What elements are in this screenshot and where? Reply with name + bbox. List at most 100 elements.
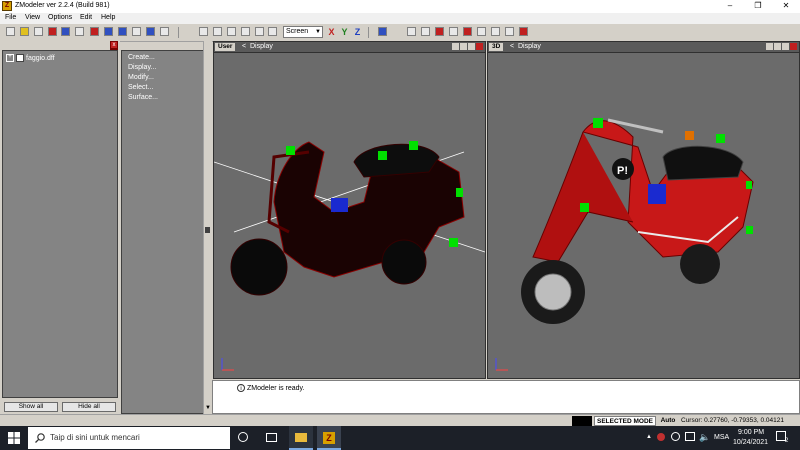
tree-node-label: faggio.dff [26,54,55,62]
green-handle[interactable] [286,146,295,155]
green-handle[interactable] [409,141,418,150]
green-handle[interactable] [593,118,603,128]
snap-icon[interactable] [435,27,444,36]
command-close-icon[interactable]: x [110,41,118,49]
command-create[interactable]: Create... [128,54,155,61]
minimize-icon[interactable]: – [716,0,744,13]
axis-y-button[interactable]: Y [339,26,350,38]
viewport-camera-icon[interactable] [782,43,789,50]
delete-icon[interactable] [48,27,57,36]
axis-z-button[interactable]: Z [352,26,363,38]
viewport-tag[interactable]: User [215,43,236,51]
redo-icon[interactable] [160,27,169,36]
expand-icon[interactable]: + [6,54,14,62]
file-explorer-taskbar-button[interactable] [289,426,313,450]
visibility-checkbox[interactable] [16,54,24,62]
hide-all-button[interactable]: Hide all [62,402,116,412]
scroll-down-icon[interactable]: ▼ [205,405,211,411]
menu-view[interactable]: View [25,14,40,21]
green-handle[interactable] [580,203,589,212]
cube-wire-icon[interactable] [227,27,236,36]
viewport-hand-icon[interactable] [460,43,467,50]
windows-start-icon[interactable] [8,432,20,444]
view-select[interactable]: Screen ▼ [283,26,323,38]
menu-help[interactable]: Help [101,14,115,21]
select-icon[interactable] [104,27,113,36]
viewport-eye-icon[interactable] [766,43,773,50]
viewport-close-icon[interactable] [790,43,797,50]
undo-icon[interactable] [75,27,84,36]
zmodeler-icon: Z [323,432,335,444]
viewport-hand-icon[interactable] [774,43,781,50]
pivot-cube[interactable] [331,198,348,212]
green-handle[interactable] [746,181,752,189]
viewport-camera-icon[interactable] [468,43,475,50]
command-modify[interactable]: Modify... [128,74,154,81]
network-icon[interactable] [671,432,680,441]
copy-icon[interactable] [61,27,70,36]
menu-file[interactable]: File [5,14,16,21]
pan-icon[interactable] [407,27,416,36]
green-handle[interactable] [716,134,725,143]
new-file-icon[interactable] [6,27,15,36]
clock-date[interactable]: 10/24/2021 [733,439,768,446]
vertex-icon[interactable] [199,27,208,36]
menu-options[interactable]: Options [48,14,72,21]
scale-icon[interactable] [146,27,155,36]
show-all-button[interactable]: Show all [4,402,58,412]
maximize-icon[interactable]: ❐ [744,0,772,13]
green-handle[interactable] [449,238,458,247]
scroll-thumb[interactable] [205,227,210,233]
green-handle[interactable] [378,151,387,160]
perspective-viewport-canvas: P! [495,118,754,371]
chevron-up-icon[interactable]: ▲ [646,434,652,440]
render-icon[interactable] [519,27,528,36]
taskbar-search[interactable]: Taip di sini untuk mencari [28,427,230,449]
cube-icon[interactable] [213,27,222,36]
zoom-icon[interactable] [421,27,430,36]
antivirus-icon[interactable] [657,433,665,441]
viewport-3d[interactable]: 3D < Display P! [487,41,800,379]
record-icon[interactable] [90,27,99,36]
viewport-user[interactable]: User < Display [213,41,486,379]
camera-icon[interactable] [268,27,277,36]
monitor-icon[interactable] [685,432,695,441]
split-icon[interactable] [491,27,500,36]
green-handle[interactable] [456,188,463,197]
command-panel: Create... Display... Modify... Select...… [121,50,209,414]
viewport-eye-icon[interactable] [452,43,459,50]
command-select[interactable]: Select... [128,84,153,91]
tree-node-root[interactable]: + faggio.dff [6,54,55,62]
viewport-display-menu[interactable]: < Display [510,43,541,51]
volume-icon[interactable]: 🔈 [699,432,710,443]
arrow-tool-icon[interactable] [378,27,387,36]
link-icon[interactable] [463,27,472,36]
task-view-icon[interactable] [266,433,277,442]
open-folder-icon[interactable] [20,27,29,36]
save-icon[interactable] [34,27,43,36]
zmodeler-taskbar-button[interactable]: Z [317,426,341,450]
viewport-close-icon[interactable] [476,43,483,50]
cube-texture-icon[interactable] [255,27,264,36]
green-handle[interactable] [746,226,753,234]
pivot-cube[interactable] [648,184,666,204]
command-surface[interactable]: Surface... [128,94,158,101]
move-icon[interactable] [118,27,127,36]
orange-handle[interactable] [685,131,694,140]
viewport-display-menu[interactable]: < Display [242,43,273,51]
axis-x-button[interactable]: X [326,26,337,38]
cube-solid-icon[interactable] [241,27,250,36]
command-display[interactable]: Display... [128,64,156,71]
menu-edit[interactable]: Edit [80,14,92,21]
viewport-tag[interactable]: 3D [489,43,504,51]
cortana-icon[interactable] [238,432,248,442]
clock-time[interactable]: 9:00 PM [738,429,764,436]
mirror-icon[interactable] [449,27,458,36]
close-icon[interactable]: ✕ [772,0,800,13]
panel-scrollbar[interactable]: ▼ [203,41,212,414]
material-icon[interactable] [505,27,514,36]
rotate-icon[interactable] [132,27,141,36]
language-indicator[interactable]: MSA [714,434,729,441]
weld-icon[interactable] [477,27,486,36]
viewport-controls [765,43,797,52]
